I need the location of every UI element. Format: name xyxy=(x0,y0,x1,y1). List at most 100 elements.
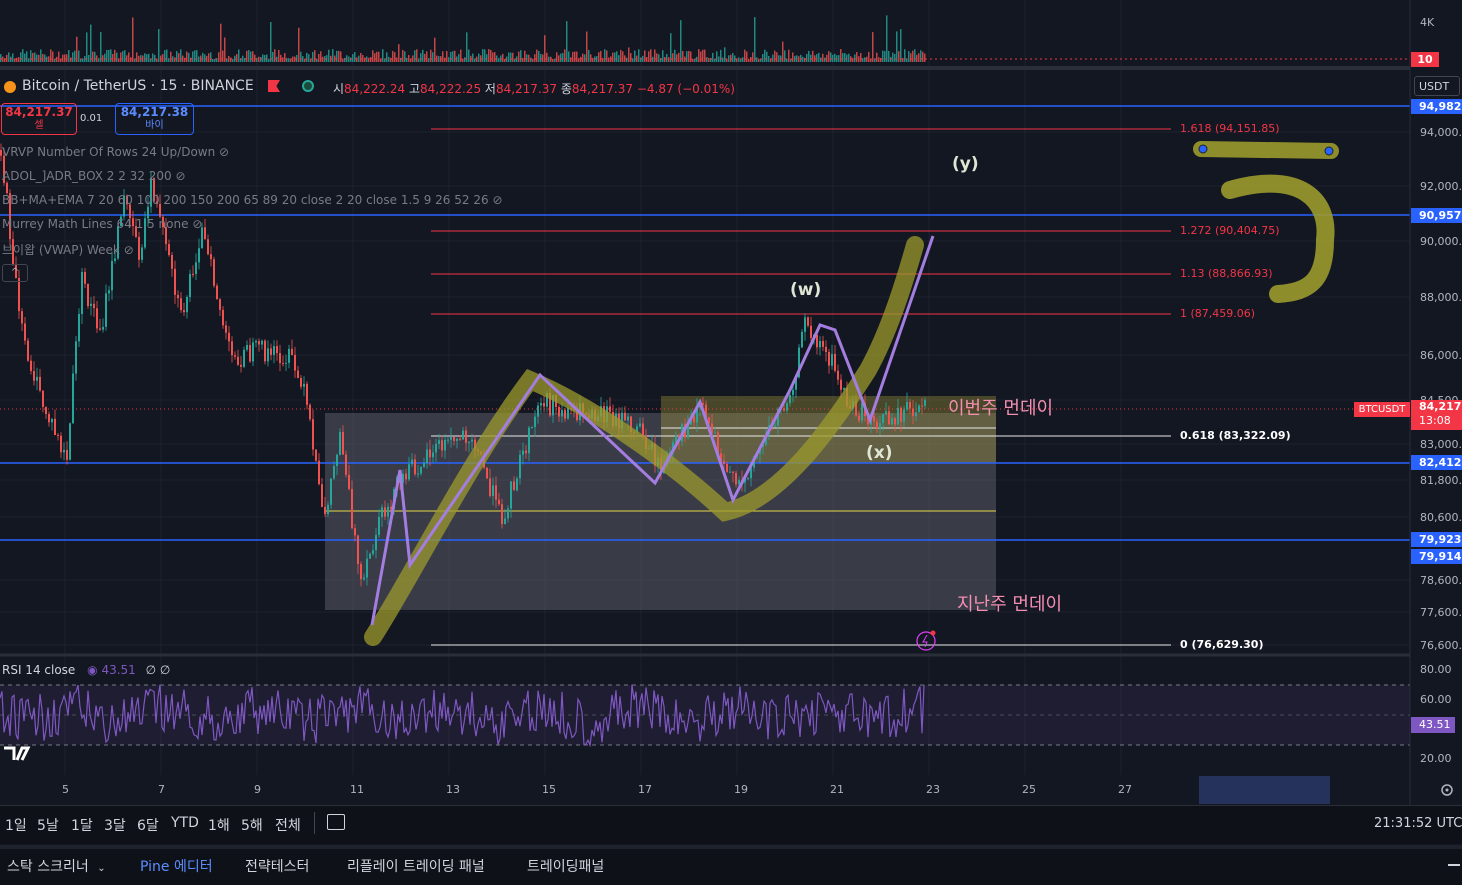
volume-bar xyxy=(778,55,780,62)
candle-body xyxy=(642,423,644,436)
currency-selector[interactable]: USDT xyxy=(1414,76,1460,96)
volume-bar xyxy=(924,53,926,62)
chevron-down-icon[interactable]: ⌄ xyxy=(97,863,105,874)
volume-bar xyxy=(88,54,90,62)
candle-body xyxy=(564,410,566,419)
candle-body xyxy=(807,317,809,326)
volume-bar xyxy=(98,58,100,62)
price-axis-label: 76,600.0 xyxy=(1420,639,1462,652)
collapse-indicators-button[interactable]: ^ xyxy=(2,264,28,282)
indicator-adr-box[interactable]: ADOL_]ADR_BOX 2 2 32 200 ⊘ xyxy=(2,169,186,183)
price-axis-label: 92,000.0 xyxy=(1420,180,1462,193)
volume-bar xyxy=(686,51,688,62)
volume-bar xyxy=(810,54,812,62)
timeframe-5y[interactable]: 5해 xyxy=(241,815,263,835)
volume-bar xyxy=(528,54,530,62)
candle-body xyxy=(729,471,731,473)
timeframe-1d[interactable]: 1일 xyxy=(5,815,27,835)
sell-button[interactable]: 84,217.37 셀 xyxy=(1,103,77,135)
eye-hidden-icon[interactable]: ⊘ xyxy=(492,193,502,207)
indicator-murrey-math[interactable]: Murrey Math Lines 64 1.5 none ⊘ xyxy=(2,217,202,231)
eye-hidden-icon[interactable]: ⊘ xyxy=(124,243,134,257)
volume-bar xyxy=(32,52,34,62)
volume-bar xyxy=(184,57,186,62)
volume-bar xyxy=(282,57,284,62)
indicator-vwap[interactable]: 브이왑 (VWAP) Week ⊘ xyxy=(2,241,134,258)
candle-body xyxy=(174,268,176,295)
volume-bar xyxy=(212,58,214,62)
candle-body xyxy=(303,383,305,387)
volume-bar xyxy=(538,50,540,62)
timeframe-ytd[interactable]: YTD xyxy=(171,815,199,831)
candle-body xyxy=(240,364,242,367)
volume-bar xyxy=(840,49,842,62)
timeframe-1y[interactable]: 1해 xyxy=(208,815,230,835)
volume-bar xyxy=(6,54,8,62)
candle-body xyxy=(825,346,827,352)
price-axis-label: 80,600.0 xyxy=(1420,511,1462,524)
volume-bar xyxy=(738,57,740,62)
candle-body xyxy=(774,425,776,427)
volume-bar xyxy=(444,57,446,62)
indicator-bb-ma-ema[interactable]: BB+MA+EMA 7 20 60 100 200 150 200 65 89 … xyxy=(2,193,503,207)
clock[interactable]: 21:31:52 UTC+ xyxy=(1374,816,1462,831)
volume-bar xyxy=(576,51,578,62)
volume-bar xyxy=(238,49,240,62)
price-chart[interactable]: 94,000.0 92,000.0 90,000.0 88,000.0 86,000.0… xyxy=(0,0,1462,805)
candle-body xyxy=(78,313,80,342)
volume-bar xyxy=(250,51,252,62)
symbol-flag-icon xyxy=(4,81,16,93)
volume-bar xyxy=(838,55,840,62)
volume-bar xyxy=(368,57,370,62)
timeframe-all[interactable]: 전체 xyxy=(275,815,301,835)
time-axis-label: 11 xyxy=(350,783,364,796)
tab-pine-editor[interactable]: Pine 에디터 xyxy=(140,856,213,876)
price-axis-label: 78,600.0 xyxy=(1420,574,1462,587)
market-status-icon[interactable] xyxy=(302,80,314,92)
volume-bar xyxy=(122,51,124,62)
indicator-vrvp[interactable]: VRVP Number Of Rows 24 Up/Down ⊘ xyxy=(2,145,229,159)
tab-replay-trading[interactable]: 리플레이 트레이딩 패널 xyxy=(347,856,485,876)
volume-bar xyxy=(552,58,554,62)
tab-strategy-tester[interactable]: 전략테스터 xyxy=(245,856,309,876)
eye-hidden-icon[interactable]: ⊘ xyxy=(192,217,202,231)
volume-bar xyxy=(314,50,316,62)
rsi-legend[interactable]: RSI 14 close ◉ 43.51 ∅ ∅ xyxy=(2,663,170,677)
candle-body xyxy=(363,577,365,580)
price-axis-label: 88,000.0 xyxy=(1420,291,1462,304)
eye-hidden-icon[interactable]: ⊘ xyxy=(176,169,186,183)
volume-bar xyxy=(640,57,642,62)
candle-body xyxy=(228,332,230,342)
tab-stock-screener[interactable]: 스탁 스크리너 ⌄ xyxy=(7,856,106,876)
volume-bar xyxy=(844,53,846,62)
minimize-icon[interactable] xyxy=(1448,864,1460,866)
timeframe-3m[interactable]: 3달 xyxy=(104,815,126,835)
candle-body xyxy=(735,472,737,485)
candle-body xyxy=(819,340,821,348)
tab-trading-panel[interactable]: 트레이딩패널 xyxy=(527,856,604,876)
price-badge-90957: 90,957. xyxy=(1411,208,1462,223)
volume-bar xyxy=(194,50,196,62)
candle-body xyxy=(348,474,350,489)
candle-body xyxy=(279,353,281,364)
timeframe-5d[interactable]: 5날 xyxy=(37,815,59,835)
timeframe-1m[interactable]: 1달 xyxy=(71,815,93,835)
candle-body xyxy=(432,452,434,458)
volume-bar xyxy=(858,56,860,62)
candle-body xyxy=(405,473,407,480)
volume-bar xyxy=(174,57,176,62)
symbol-title[interactable]: Bitcoin / TetherUS · 15 · BINANCE xyxy=(22,78,254,94)
volume-bar xyxy=(650,49,652,62)
buy-button[interactable]: 84,217.38 바이 xyxy=(115,103,194,135)
replay-lightning-icon[interactable] xyxy=(916,630,936,651)
volume-bar xyxy=(856,52,858,62)
eye-hidden-icon[interactable]: ⊘ xyxy=(219,145,229,159)
volume-bar xyxy=(724,47,726,62)
volume-bar xyxy=(280,54,282,62)
volume-bar xyxy=(742,57,744,62)
volume-bar xyxy=(578,58,580,62)
timeframe-6m[interactable]: 6달 xyxy=(137,815,159,835)
candle-body xyxy=(498,499,500,505)
date-range-calendar-icon[interactable] xyxy=(327,814,345,830)
time-axis: 5 7 9 11 13 15 17 19 21 23 25 27 xyxy=(62,783,1132,796)
